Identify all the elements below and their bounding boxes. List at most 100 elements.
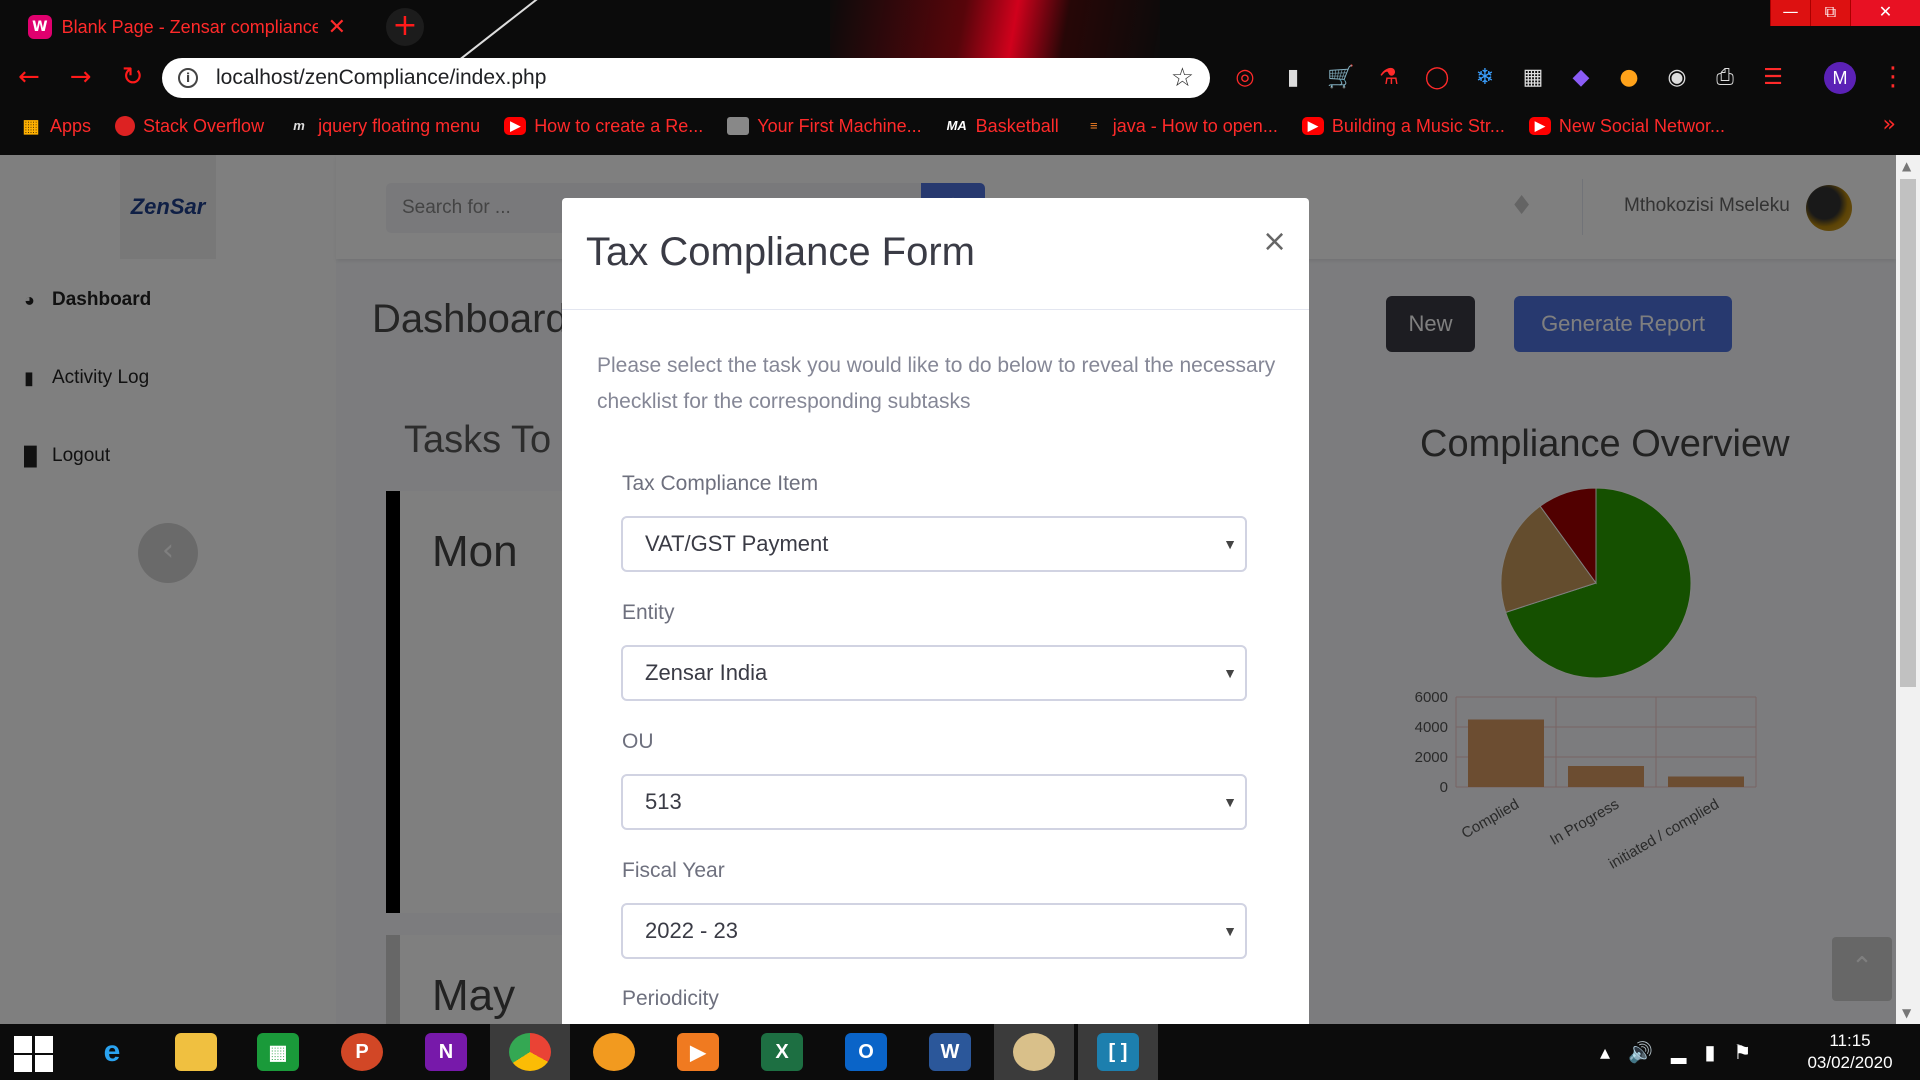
new-tab-button[interactable]: + bbox=[386, 8, 424, 46]
stackoverflow-icon bbox=[115, 116, 136, 136]
browser-menu-icon[interactable]: ⋮ bbox=[1880, 62, 1906, 92]
volume-icon[interactable]: 🔊 bbox=[1628, 1040, 1653, 1064]
battery-icon[interactable]: ▮ bbox=[1704, 1040, 1715, 1064]
taskbar-media-player[interactable]: ▶ bbox=[658, 1024, 738, 1080]
bookmark-java[interactable]: ≡ java - How to open... bbox=[1083, 116, 1278, 137]
tax-compliance-modal: Tax Compliance Form × Please select the … bbox=[562, 198, 1309, 1024]
onenote-icon: N bbox=[425, 1033, 467, 1071]
site-info-icon[interactable]: i bbox=[178, 68, 198, 88]
extension-icons: ◎ ▮ 🛒 ⚗ ◯ ❄ ▦ ◆ ● ◉ ⎙ ☰ bbox=[1230, 62, 1788, 92]
dropdown-caret-icon: ▼ bbox=[1223, 923, 1237, 939]
outlook-icon: O bbox=[845, 1033, 887, 1071]
entity-label: Entity bbox=[622, 601, 675, 624]
paint-icon bbox=[1013, 1033, 1055, 1071]
extension-ring-icon[interactable]: ◎ bbox=[1230, 62, 1260, 92]
network-icon[interactable]: ▂ bbox=[1671, 1040, 1686, 1064]
system-tray: ▴ 🔊 ▂ ▮ ⚑ bbox=[1600, 1040, 1751, 1064]
image-icon bbox=[727, 117, 750, 135]
stack-icon: ≡ bbox=[1089, 118, 1098, 133]
playlist-icon[interactable]: ☰ bbox=[1758, 62, 1788, 92]
profile-avatar[interactable]: M bbox=[1824, 62, 1856, 94]
scroll-down-icon[interactable]: ▼ bbox=[1902, 1006, 1911, 1020]
bookmark-first-machine[interactable]: Your First Machine... bbox=[727, 115, 922, 137]
window-close-icon[interactable]: ✕ bbox=[1850, 0, 1920, 26]
ie-icon: e bbox=[103, 1035, 121, 1068]
bookmark-music-streaming[interactable]: ▶ Building a Music Str... bbox=[1301, 116, 1505, 137]
taskbar-chrome[interactable] bbox=[490, 1024, 570, 1080]
bookmark-stack-overflow[interactable]: Stack Overflow bbox=[115, 116, 264, 137]
tab-close-icon[interactable]: ✕ bbox=[328, 15, 346, 40]
m-logo-icon: m bbox=[293, 118, 305, 133]
bookmark-apps[interactable]: ▦ Apps bbox=[20, 116, 91, 137]
bracket-app-icon: [ ] bbox=[1097, 1033, 1139, 1071]
scroll-up-icon[interactable]: ▲ bbox=[1902, 159, 1911, 173]
taskbar-paint[interactable] bbox=[994, 1024, 1074, 1080]
bookmark-star-icon[interactable]: ☆ bbox=[1171, 63, 1194, 93]
modal-intro-text: Please select the task you would like to… bbox=[597, 354, 1276, 413]
bookmark-label: New Social Networ... bbox=[1558, 115, 1725, 136]
store-icon: ▦ bbox=[257, 1033, 299, 1071]
bookmark-basketball[interactable]: MA Basketball bbox=[946, 116, 1059, 137]
wallpaper-line bbox=[455, 0, 543, 64]
bookmark-label: java - How to open... bbox=[1112, 115, 1278, 136]
modal-title: Tax Compliance Form bbox=[586, 230, 976, 274]
word-icon: W bbox=[929, 1033, 971, 1071]
clock-time: 11:15 bbox=[1829, 1031, 1871, 1050]
dropdown-caret-icon: ▼ bbox=[1223, 794, 1237, 810]
taskbar-fl-studio[interactable] bbox=[574, 1024, 654, 1080]
windows-taskbar: e ▦ P N ▶ X O W [ ] ▴ 🔊 ▂ ▮ ⚑ 11:15 03/0… bbox=[0, 1024, 1920, 1080]
ou-select[interactable]: 513 ▼ bbox=[621, 774, 1247, 830]
taskbar-store[interactable]: ▦ bbox=[238, 1024, 318, 1080]
snowflake-icon[interactable]: ❄ bbox=[1470, 62, 1500, 92]
film-icon[interactable]: ▦ bbox=[1518, 62, 1548, 92]
bookmarks-overflow-icon[interactable]: » bbox=[1883, 112, 1896, 137]
url-text[interactable]: localhost/zenCompliance/index.php bbox=[216, 66, 1171, 90]
reload-icon[interactable]: ↻ bbox=[122, 62, 144, 92]
shield-icon[interactable]: ◯ bbox=[1422, 62, 1452, 92]
minimize-icon[interactable]: — bbox=[1770, 0, 1810, 26]
bookmark-jquery-floating-menu[interactable]: m jquery floating menu bbox=[288, 116, 480, 137]
taskbar-excel[interactable]: X bbox=[742, 1024, 822, 1080]
scrollbar-thumb[interactable] bbox=[1900, 179, 1916, 687]
taskbar-clock[interactable]: 11:15 03/02/2020 bbox=[1790, 1030, 1910, 1074]
media-player-icon: ▶ bbox=[677, 1033, 719, 1071]
flag-icon[interactable]: ⚑ bbox=[1733, 1040, 1751, 1064]
tab-favicon-icon: W bbox=[28, 15, 52, 39]
forward-icon[interactable]: → bbox=[70, 62, 92, 92]
honey-icon[interactable]: ● bbox=[1614, 62, 1644, 92]
pdf-icon[interactable]: ⚗ bbox=[1374, 62, 1404, 92]
browser-tab[interactable]: W Blank Page - Zensar compliance ✕ bbox=[12, 8, 362, 46]
taskbar-onenote[interactable]: N bbox=[406, 1024, 486, 1080]
tax-compliance-item-select[interactable]: VAT/GST Payment ▼ bbox=[621, 516, 1247, 572]
taskbar-outlook[interactable]: O bbox=[826, 1024, 906, 1080]
modal-close-button[interactable]: × bbox=[1262, 224, 1287, 259]
avg-icon[interactable]: ▮ bbox=[1278, 62, 1308, 92]
fiscal-year-select[interactable]: 2022 - 23 ▼ bbox=[621, 903, 1247, 959]
youtube-icon: ▶ bbox=[504, 117, 527, 135]
restore-icon[interactable]: ⧉ bbox=[1810, 0, 1850, 26]
dropdown-caret-icon: ▼ bbox=[1223, 665, 1237, 681]
entity-select[interactable]: Zensar India ▼ bbox=[621, 645, 1247, 701]
select-value: 513 bbox=[645, 789, 682, 814]
tax-compliance-item-label: Tax Compliance Item bbox=[622, 472, 819, 495]
tag-icon[interactable]: ◆ bbox=[1566, 62, 1596, 92]
bookmark-label: Your First Machine... bbox=[757, 115, 922, 136]
start-button[interactable] bbox=[14, 1036, 54, 1072]
print-icon[interactable]: ⎙ bbox=[1710, 62, 1740, 92]
bookmark-social-network[interactable]: ▶ New Social Networ... bbox=[1528, 115, 1725, 137]
back-icon[interactable]: ← bbox=[18, 62, 40, 92]
bookmark-how-to-create[interactable]: ▶ How to create a Re... bbox=[504, 116, 703, 137]
windows-logo-part bbox=[14, 1055, 32, 1072]
address-bar[interactable]: i localhost/zenCompliance/index.php ☆ bbox=[162, 58, 1210, 98]
windows-logo-part bbox=[35, 1055, 53, 1072]
taskbar-powerpoint[interactable]: P bbox=[322, 1024, 402, 1080]
taskbar-bracket-app[interactable]: [ ] bbox=[1078, 1024, 1158, 1080]
tray-expand-icon[interactable]: ▴ bbox=[1600, 1040, 1610, 1064]
page-scrollbar[interactable]: ▲ ▼ bbox=[1896, 155, 1920, 1024]
taskbar-ie[interactable]: e bbox=[72, 1024, 152, 1080]
taskbar-word[interactable]: W bbox=[910, 1024, 990, 1080]
bookmarks-bar: ▦ Apps Stack Overflow m jquery floating me… bbox=[20, 112, 1725, 140]
taskbar-file-explorer[interactable] bbox=[156, 1024, 236, 1080]
camera-ext-icon[interactable]: ◉ bbox=[1662, 62, 1692, 92]
cart-icon[interactable]: 🛒 bbox=[1326, 62, 1356, 92]
